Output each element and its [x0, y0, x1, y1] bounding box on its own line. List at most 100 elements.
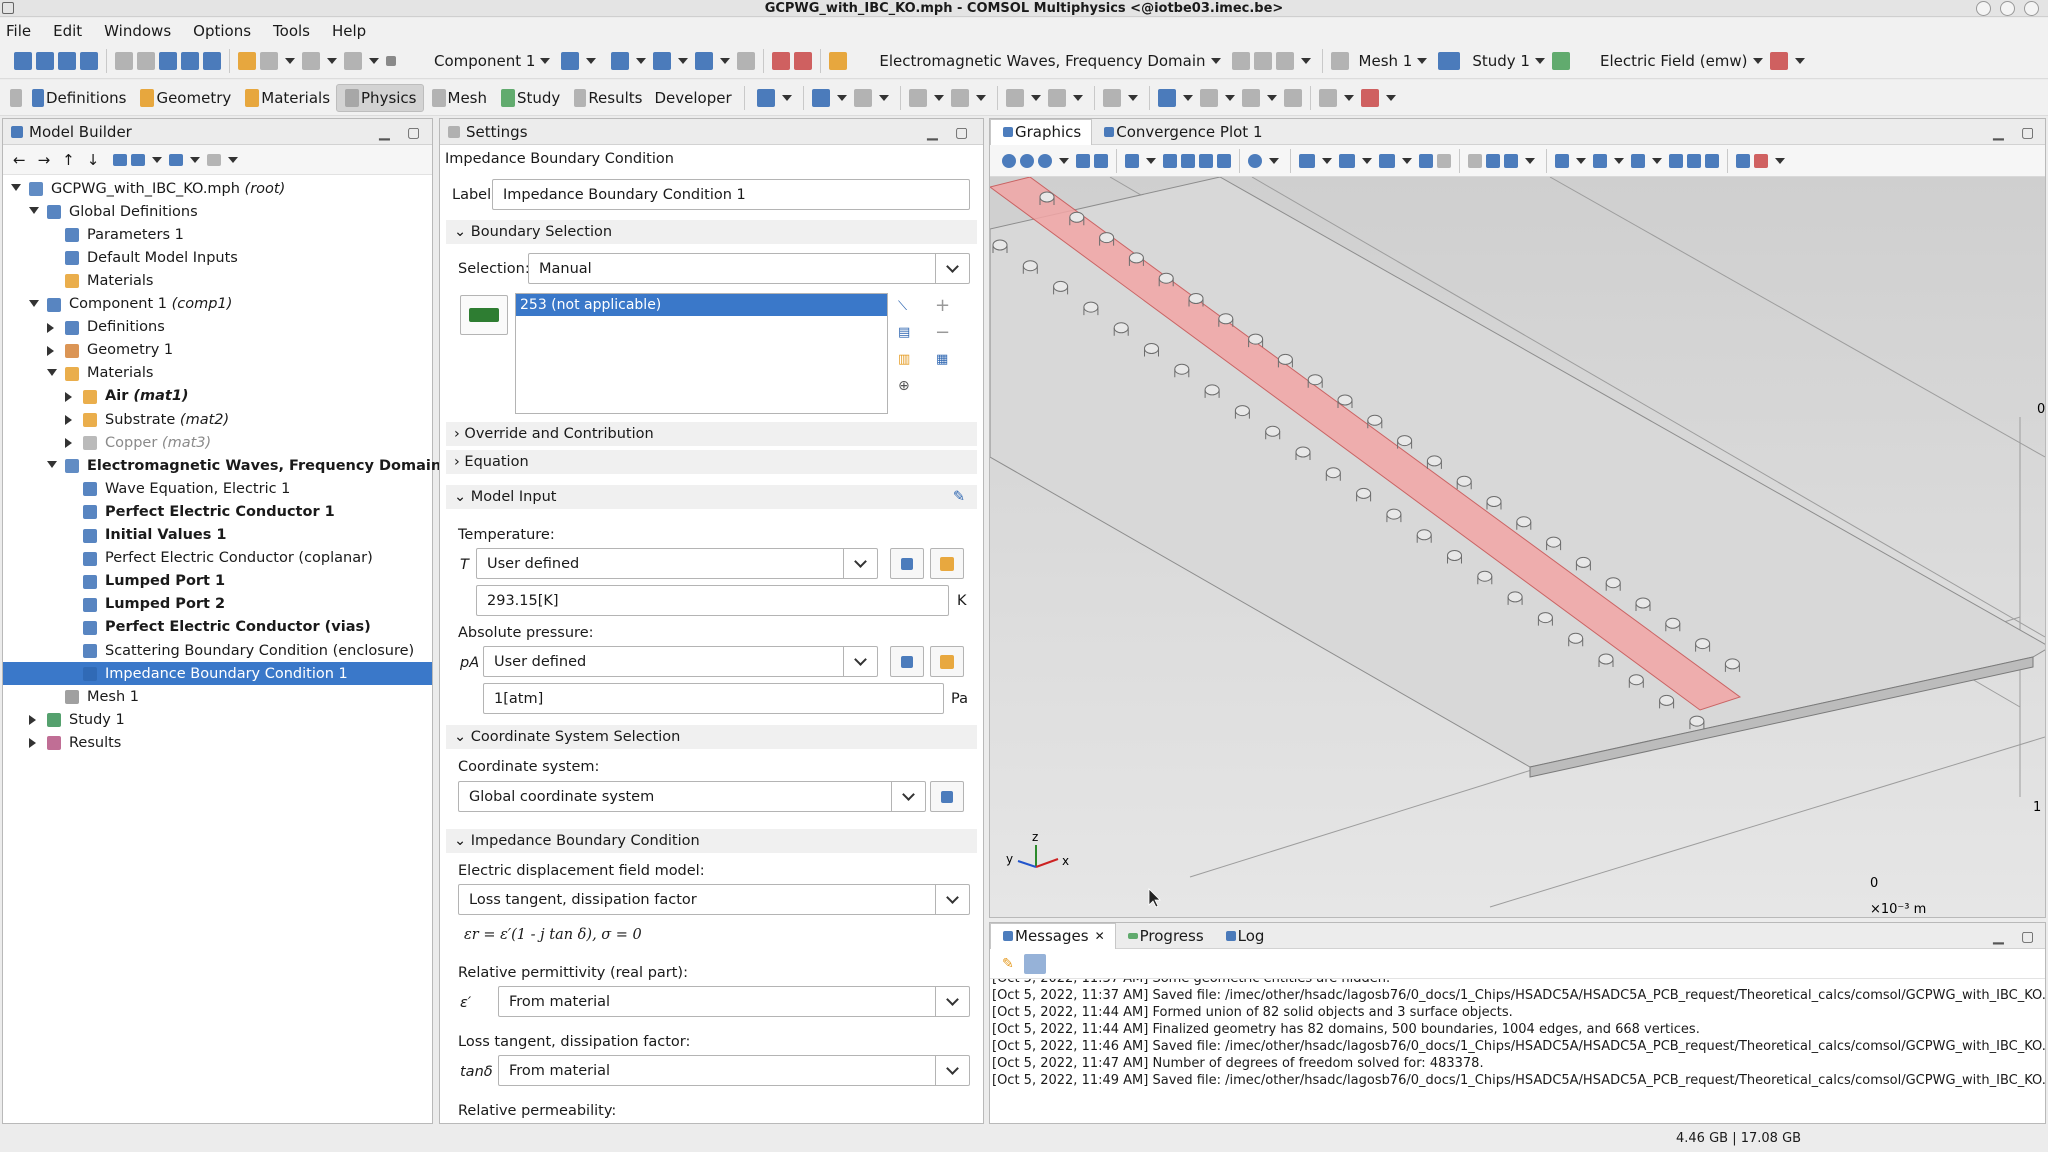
view-xy-icon[interactable]: [1163, 153, 1177, 168]
mesh-selector[interactable]: Mesh 1: [1359, 48, 1433, 74]
tree-node[interactable]: Mesh 1: [3, 685, 432, 708]
remove-icon[interactable]: −: [935, 322, 950, 343]
camera-icon[interactable]: [1504, 153, 1518, 168]
rotate-icon[interactable]: [1248, 153, 1262, 168]
menu-edit[interactable]: Edit: [53, 22, 82, 40]
tree-node[interactable]: Results: [3, 731, 432, 754]
variables-menu-icon[interactable]: [653, 51, 672, 70]
menu-help[interactable]: Help: [332, 22, 366, 40]
menu-tools[interactable]: Tools: [273, 22, 310, 40]
menu-file[interactable]: File: [6, 22, 31, 40]
blank-model-icon[interactable]: [36, 51, 54, 70]
boundaries-icon[interactable]: [811, 88, 830, 107]
collapsed-arrow-icon[interactable]: [47, 322, 54, 333]
scene-light-icon[interactable]: [1687, 153, 1701, 168]
create-model-input-button[interactable]: [930, 646, 964, 677]
zoom-out-icon[interactable]: [1020, 153, 1034, 168]
settings-gear-icon[interactable]: [1102, 88, 1121, 107]
selection-item[interactable]: 253 (not applicable): [516, 294, 887, 316]
show-hidden-icon[interactable]: [1486, 153, 1500, 168]
maximize-panel-icon[interactable]: ▢: [2021, 125, 2034, 141]
section-model-input[interactable]: ⌄ Model Input ✎: [446, 485, 977, 509]
tab-messages[interactable]: Messages ✕: [990, 922, 1116, 949]
tab-developer[interactable]: Developer: [648, 84, 737, 112]
loss-tangent-dropdown[interactable]: From material: [498, 1055, 970, 1086]
add-definitions-icon[interactable]: [260, 51, 278, 70]
expanded-arrow-icon[interactable]: [29, 207, 39, 215]
zoom-box-icon[interactable]: [1038, 153, 1052, 168]
physics-selector[interactable]: Electromagnetic Waves, Frequency Domain: [879, 48, 1225, 74]
mesh-build-icon[interactable]: [1330, 51, 1349, 70]
collapsed-arrow-icon[interactable]: [47, 345, 54, 356]
temperature-input[interactable]: 293.15[K]: [476, 585, 949, 616]
maximize-panel-icon[interactable]: ▢: [407, 125, 420, 141]
tab-results[interactable]: Results: [566, 84, 648, 112]
tree-node[interactable]: Perfect Electric Conductor 1: [3, 500, 432, 523]
tab-graphics[interactable]: Graphics: [990, 119, 1093, 145]
study-selector[interactable]: Study 1: [1472, 48, 1572, 74]
hide-icon[interactable]: [1468, 153, 1482, 168]
tree-node[interactable]: Wave Equation, Electric 1: [3, 477, 432, 500]
back-icon[interactable]: ←: [13, 151, 26, 169]
domains-icon[interactable]: [756, 88, 775, 107]
expanded-arrow-icon[interactable]: [47, 368, 57, 376]
label-input[interactable]: Impedance Boundary Condition 1: [492, 179, 970, 210]
collapsed-arrow-icon[interactable]: [29, 738, 36, 749]
grid-icon[interactable]: [1669, 153, 1683, 168]
show-icon[interactable]: [113, 153, 128, 166]
tree-node[interactable]: Default Model Inputs: [3, 246, 432, 269]
save-icon[interactable]: [80, 51, 98, 70]
materials-icon[interactable]: [829, 51, 848, 70]
copy-icon[interactable]: [181, 51, 199, 70]
coord-system-dropdown[interactable]: Global coordinate system: [458, 781, 926, 812]
tree-node[interactable]: Parameters 1: [3, 223, 432, 246]
tree-node[interactable]: Materials: [3, 269, 432, 292]
select-boundaries-icon[interactable]: ⟍: [898, 299, 907, 314]
stop-icon[interactable]: [386, 55, 396, 66]
tree-node[interactable]: Air (mat1): [3, 385, 432, 408]
edit-icon[interactable]: ✎: [953, 489, 965, 505]
paste-selection-icon[interactable]: ▥: [898, 352, 910, 367]
zoom-in-icon[interactable]: [1002, 153, 1016, 168]
collapsed-arrow-icon[interactable]: [29, 715, 36, 726]
tree-node[interactable]: GCPWG_with_IBC_KO.mph (root): [3, 177, 432, 200]
tree-node[interactable]: Substrate (mat2): [3, 408, 432, 431]
section-boundary-selection[interactable]: ⌄ Boundary Selection: [446, 220, 977, 244]
physics-domain-icon[interactable]: [1231, 51, 1250, 70]
tab-convergence-plot[interactable]: Convergence Plot 1: [1092, 119, 1272, 145]
build-all-icon[interactable]: [772, 51, 791, 70]
multiphysics-icon[interactable]: [1047, 88, 1066, 107]
wireframe-icon[interactable]: [1593, 153, 1607, 168]
select-boundaries-tool-icon[interactable]: [1379, 153, 1395, 168]
tab-materials[interactable]: Materials: [237, 84, 336, 112]
minimize-panel-icon[interactable]: ▁: [927, 125, 938, 141]
edf-model-dropdown[interactable]: Loss tangent, dissipation factor: [458, 884, 970, 915]
tree-node[interactable]: Lumped Port 2: [3, 593, 432, 616]
go-to-coord-source-button[interactable]: [930, 781, 964, 812]
functions-menu-icon[interactable]: [695, 51, 714, 70]
select-box-icon[interactable]: [1419, 153, 1433, 168]
pressure-mode-dropdown[interactable]: User defined: [483, 646, 878, 677]
create-selection-icon[interactable]: ▦: [936, 352, 948, 367]
view-axis-icon[interactable]: [1125, 153, 1139, 168]
clear-messages-icon[interactable]: ✎: [1002, 956, 1014, 972]
tab-mesh[interactable]: Mesh: [424, 84, 494, 112]
go-to-source-button[interactable]: [890, 646, 924, 677]
view-yz-icon[interactable]: [1181, 153, 1195, 168]
selection-list[interactable]: 253 (not applicable): [515, 293, 888, 414]
copy-selection-icon[interactable]: ▤: [898, 325, 910, 340]
section-equation[interactable]: › Equation: [446, 450, 977, 474]
tree-node[interactable]: Electromagnetic Waves, Frequency Domain …: [3, 454, 498, 477]
minimize-panel-icon[interactable]: ▁: [1993, 125, 2004, 141]
import-icon[interactable]: [794, 51, 813, 70]
tree-node[interactable]: Initial Values 1: [3, 524, 432, 547]
rel-permittivity-dropdown[interactable]: From material: [498, 986, 970, 1017]
graphics-canvas[interactable]: 0 1 0 ×10⁻³ m z x y: [990, 176, 2045, 917]
transparency-icon[interactable]: [1555, 153, 1569, 168]
selection-dropdown[interactable]: Manual: [528, 253, 970, 284]
expanded-arrow-icon[interactable]: [29, 299, 39, 307]
menu-windows[interactable]: Windows: [104, 22, 171, 40]
tree-node[interactable]: Component 1 (comp1): [3, 293, 432, 316]
move-down-icon[interactable]: ↓: [87, 151, 100, 169]
tree-node[interactable]: Lumped Port 1: [3, 570, 432, 593]
